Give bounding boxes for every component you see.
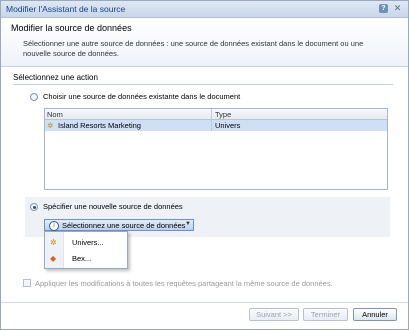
menu-item-label: Univers... <box>72 238 104 247</box>
menu-item-univers[interactable]: ✲ Univers... <box>45 234 127 250</box>
apply-all-checkbox[interactable] <box>23 279 31 287</box>
apply-all-label: Appliquer les modifications à toutes les… <box>35 279 333 288</box>
chevron-down-icon: ▼ <box>185 221 191 227</box>
header-title: Modifier la source de données <box>11 23 132 33</box>
bex-icon: ◆ <box>50 254 57 263</box>
table-row[interactable]: ✲ Island Resorts Marketing Univers <box>45 120 387 131</box>
table-header: Nom Type <box>45 109 387 120</box>
select-source-dropdown[interactable]: i Sélectionnez une source de données ▼ <box>44 219 194 231</box>
column-separator <box>211 120 212 131</box>
universe-icon: ✲ <box>47 121 54 130</box>
footer-divider <box>1 302 408 303</box>
radio-existing-source[interactable] <box>30 93 38 101</box>
dialog-header: Modifier la source de données Sélectionn… <box>1 18 408 67</box>
column-name-header[interactable]: Nom <box>47 110 63 119</box>
menu-item-bex[interactable]: ◆ Bex... <box>45 250 127 266</box>
row-type: Univers <box>215 121 241 130</box>
cancel-button[interactable]: Annuler <box>353 308 397 321</box>
info-icon: i <box>49 221 59 231</box>
next-button[interactable]: Suivant >> <box>249 308 299 321</box>
existing-sources-table: Nom Type ✲ Island Resorts Marketing Univ… <box>44 108 388 190</box>
edit-source-dialog: Modifier l'Assistant de la source ? ✕ Mo… <box>0 0 409 330</box>
title-bar: Modifier l'Assistant de la source ? ✕ <box>1 1 408 18</box>
radio-new-label: Spécifier une nouvelle source de données <box>43 202 183 211</box>
menu-item-label: Bex... <box>72 254 92 263</box>
column-separator <box>211 109 212 119</box>
help-icon[interactable]: ? <box>379 4 388 13</box>
dropdown-label: Sélectionnez une source de données <box>62 221 186 230</box>
radio-existing-label: Choisir une source de données existante … <box>43 92 241 101</box>
header-description: Sélectionner une autre source de données… <box>23 39 364 58</box>
column-type-header[interactable]: Type <box>215 110 231 119</box>
finish-button[interactable]: Terminer <box>303 308 348 321</box>
close-icon[interactable]: ✕ <box>393 4 402 13</box>
section-title: Sélectionnez une action <box>13 73 98 82</box>
radio-new-source[interactable] <box>30 203 38 211</box>
row-name: Island Resorts Marketing <box>58 121 141 130</box>
source-type-menu: ✲ Univers... ◆ Bex... <box>44 231 128 269</box>
section-divider <box>13 84 393 85</box>
window-title: Modifier l'Assistant de la source <box>6 4 126 14</box>
universe-icon: ✲ <box>50 238 57 247</box>
